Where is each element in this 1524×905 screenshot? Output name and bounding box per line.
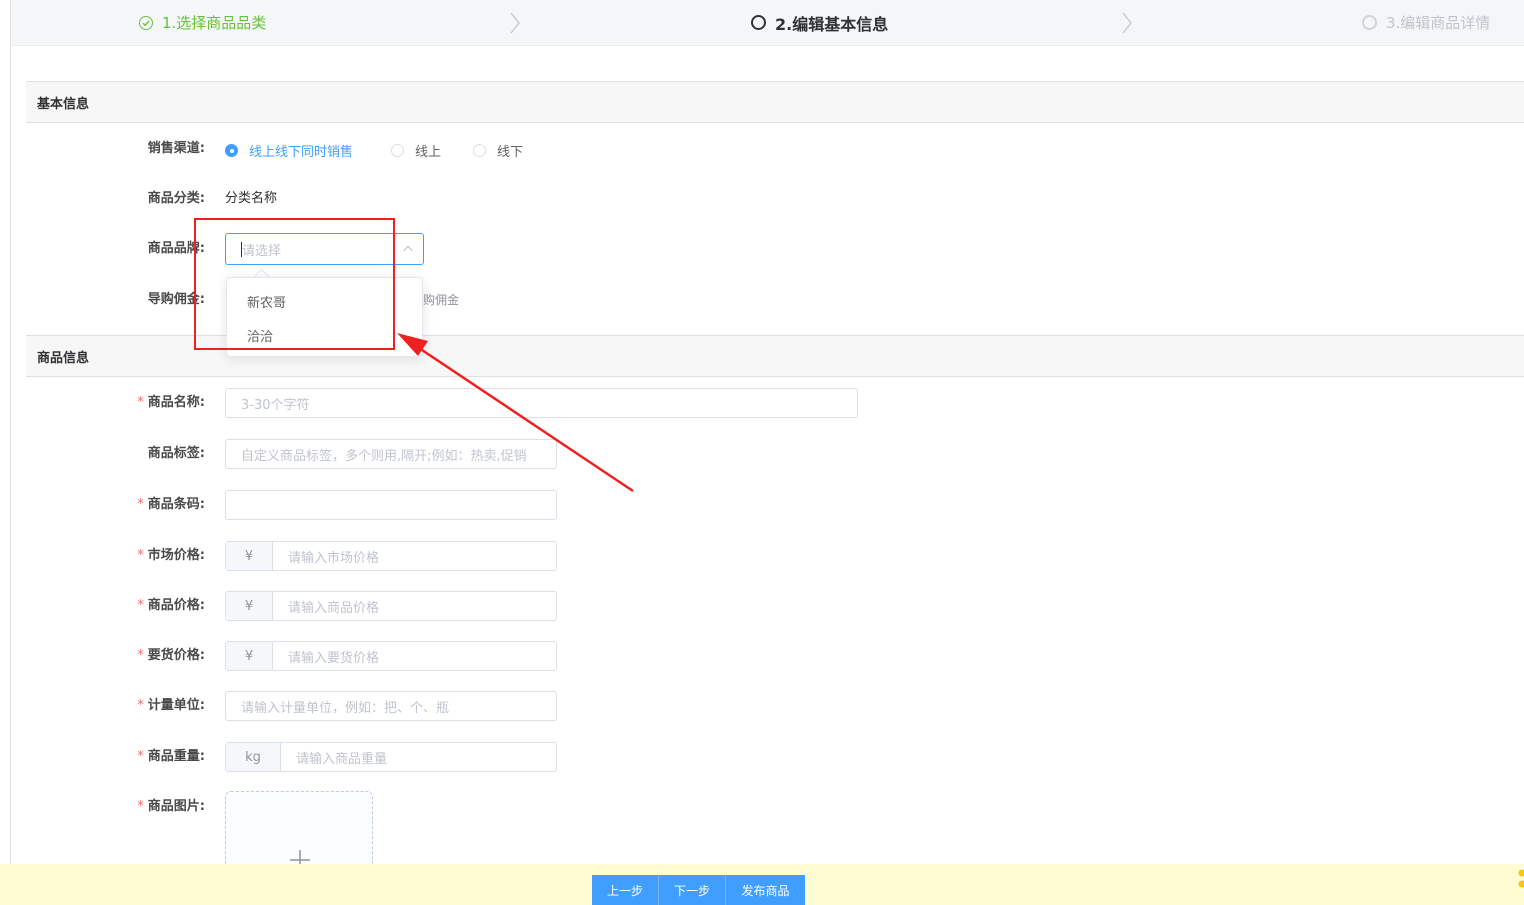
yen-prefix: ¥ xyxy=(226,642,273,670)
category-label: 商品分类: xyxy=(147,191,205,206)
radio-label: 线上 xyxy=(415,145,442,160)
kg-prefix: kg xyxy=(226,743,281,771)
section-title: 商品信息 xyxy=(37,350,90,366)
market-price-input[interactable]: ¥ 请输入市场价格 xyxy=(225,541,557,571)
price-input[interactable]: ¥ 请输入商品价格 xyxy=(225,591,557,621)
unit-input[interactable]: 请输入计量单位，例如：把、个、瓶 xyxy=(225,691,557,721)
radio-label: 线上线下同时销售 xyxy=(249,145,354,160)
radio-dot-icon xyxy=(473,144,486,157)
price-label: * 商品价格: xyxy=(137,598,205,613)
step-2-label: 2.编辑基本信息 xyxy=(775,14,889,34)
input-placeholder: 3-30个字符 xyxy=(241,397,310,413)
brand-label: 商品品牌: xyxy=(147,241,205,256)
step-3[interactable]: 3.编辑商品详情 xyxy=(1362,0,1490,45)
step-circle-icon xyxy=(751,15,766,30)
chevron-right-icon xyxy=(1122,12,1132,34)
radio-channel-online[interactable]: 线上 xyxy=(391,141,441,160)
step-3-label: 3.编辑商品详情 xyxy=(1386,14,1491,32)
product-name-input[interactable]: 3-30个字符 xyxy=(225,388,858,418)
unit-label: * 计量单位: xyxy=(137,698,205,713)
yen-prefix: ¥ xyxy=(226,542,273,570)
section-title: 基本信息 xyxy=(37,96,90,112)
chevron-right-icon xyxy=(510,12,520,34)
step-bar: 1.选择商品品类 2.编辑基本信息 3.编辑商品详情 xyxy=(11,0,1524,46)
order-price-label: * 要货价格: xyxy=(137,648,205,663)
name-label: * 商品名称: xyxy=(137,395,205,410)
radio-dot-icon xyxy=(391,144,404,157)
input-placeholder: 请输入计量单位，例如：把、个、瓶 xyxy=(241,700,450,716)
image-label: * 商品图片: xyxy=(137,799,205,814)
publish-button[interactable]: 发布商品 xyxy=(726,875,805,905)
step-1[interactable]: 1.选择商品品类 xyxy=(139,0,266,45)
channel-label: 销售渠道: xyxy=(147,141,205,156)
highlight-box xyxy=(194,218,395,350)
chevron-up-icon xyxy=(403,245,413,252)
tags-label: 商品标签: xyxy=(147,446,205,461)
input-placeholder: 请输入要货价格 xyxy=(288,650,380,666)
weight-input[interactable]: kg 请输入商品重量 xyxy=(225,742,557,772)
check-circle-icon xyxy=(139,15,153,30)
next-step-button[interactable]: 下一步 xyxy=(659,875,726,905)
order-price-input[interactable]: ¥ 请输入要货价格 xyxy=(225,641,557,671)
commission-hint: 购佣金 xyxy=(423,293,460,307)
yen-prefix: ¥ xyxy=(226,592,273,620)
weight-label: * 商品重量: xyxy=(137,749,205,764)
product-tags-input[interactable]: 自定义商品标签，多个则用,隔开;例如：热卖,促销 xyxy=(225,439,557,469)
input-placeholder: 自定义商品标签，多个则用,隔开;例如：热卖,促销 xyxy=(241,448,527,464)
input-placeholder: 请输入市场价格 xyxy=(288,550,380,566)
category-value: 分类名称 xyxy=(225,191,278,206)
market-price-label: * 市场价格: xyxy=(137,548,205,563)
radio-channel-offline[interactable]: 线下 xyxy=(473,141,523,160)
radio-channel-both[interactable]: 线上线下同时销售 xyxy=(225,141,353,160)
step-1-label: 1.选择商品品类 xyxy=(162,14,267,32)
step-2[interactable]: 2.编辑基本信息 xyxy=(751,0,888,45)
radio-label: 线下 xyxy=(497,145,524,160)
section-basic-info: 基本信息 xyxy=(26,81,1524,123)
barcode-label: * 商品条码: xyxy=(137,497,205,512)
step-circle-icon xyxy=(1362,15,1377,30)
footer-buttons: 上一步 下一步 发布商品 xyxy=(592,875,805,905)
input-placeholder: 请输入商品重量 xyxy=(296,751,388,767)
barcode-input[interactable] xyxy=(225,490,557,520)
prev-step-button[interactable]: 上一步 xyxy=(592,875,659,905)
radio-dot-icon xyxy=(225,144,238,157)
corner-widget-icon xyxy=(1518,869,1524,888)
input-placeholder: 请输入商品价格 xyxy=(288,600,380,616)
commission-label: 导购佣金: xyxy=(147,292,205,307)
